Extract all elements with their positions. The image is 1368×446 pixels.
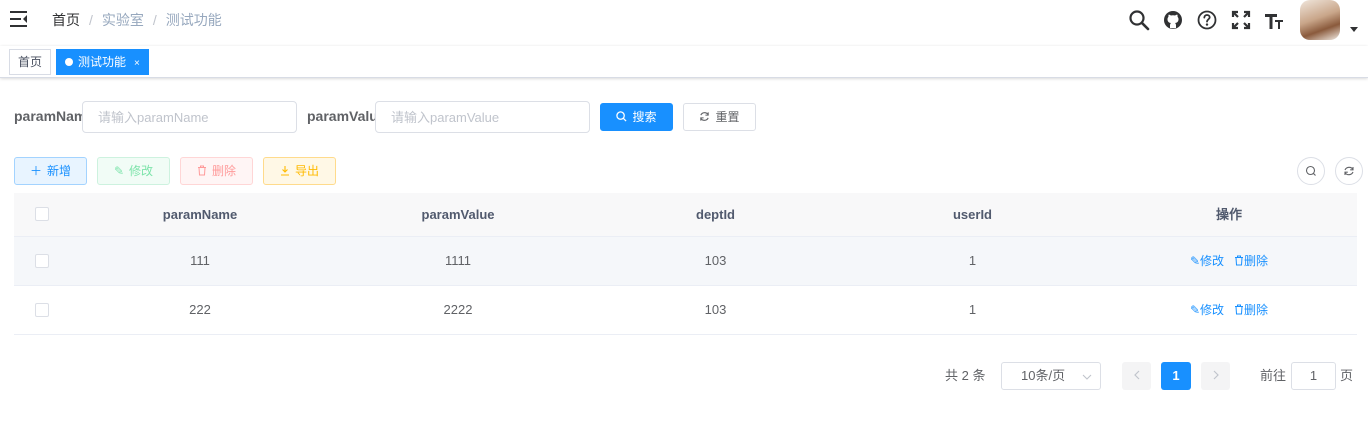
row-checkbox[interactable] [35,303,49,317]
next-page-button[interactable] [1201,362,1230,390]
breadcrumb-lab: 实验室 [101,12,144,28]
table-row: 111 1111 103 1 ✎修改 删除 [14,237,1357,286]
cell-actions: ✎修改 删除 [1101,286,1357,335]
tag-label: 测试功能 [78,55,127,69]
fullscreen-icon[interactable] [1230,9,1252,31]
export-button[interactable]: 导出 [263,157,336,185]
page-size-value: 10条/页 [1021,368,1066,383]
data-table: paramName paramValue deptId userId 操作 11… [14,193,1357,335]
github-icon[interactable] [1162,9,1184,31]
param-name-label: paramName [14,108,82,124]
font-size-icon[interactable] [1263,9,1285,31]
edit-button-label: 修改 [129,164,154,178]
download-icon [280,158,290,184]
cell-param-value: 2222 [443,302,473,317]
breadcrumb-separator: / [152,12,157,28]
select-all-checkbox[interactable] [35,207,49,221]
add-button-label: 新增 [47,164,72,178]
column-header-param-name: paramName [162,207,238,222]
row-delete-label: 删除 [1244,254,1269,268]
cell-user-id: 1 [968,302,977,317]
row-delete-link[interactable]: 删除 [1234,303,1268,317]
breadcrumb-home[interactable]: 首页 [52,12,80,28]
user-avatar[interactable] [1300,0,1340,40]
column-header-user-id: userId [952,207,992,222]
param-value-label: paramValue [307,108,375,124]
edit-icon: ✎ [1189,303,1201,317]
refresh-table-button[interactable] [1335,157,1363,185]
close-icon[interactable]: × [134,58,140,69]
question-icon[interactable] [1196,9,1218,31]
trash-icon [197,158,207,184]
edit-icon: ✎ [113,164,125,178]
chevron-left-icon [1133,370,1139,380]
export-button-label: 导出 [294,164,319,178]
column-header-actions: 操作 [1215,207,1242,222]
cell-param-value: 1111 [444,253,472,268]
page-button-current[interactable]: 1 [1161,362,1191,390]
row-edit-link[interactable]: ✎修改 [1190,303,1224,317]
tag-home[interactable]: 首页 [9,49,52,75]
column-header-dept-id: deptId [696,207,735,222]
prev-page-button[interactable] [1122,362,1151,390]
breadcrumb-current: 测试功能 [165,12,222,28]
row-edit-label: 修改 [1200,303,1225,317]
hamburger-icon[interactable] [9,10,29,28]
cell-actions: ✎修改 删除 [1101,237,1357,286]
trash-icon [1235,255,1244,266]
refresh-icon [1344,166,1354,176]
goto-page-input[interactable]: 1 [1291,362,1336,390]
row-edit-link[interactable]: ✎修改 [1190,254,1224,268]
page-size-select[interactable]: 10条/页 [1001,362,1101,390]
pagination-total: 共 2 条 [945,368,986,383]
navbar: 首页 / 实验室 / 测试功能 [0,0,1368,46]
cell-dept-id: 103 [704,253,727,268]
reset-button[interactable]: 重置 [683,103,756,131]
active-dot-icon [65,58,73,66]
delete-button[interactable]: 删除 [180,157,253,185]
search-icon[interactable] [1128,9,1150,31]
refresh-icon [699,104,710,130]
cell-user-id: 1 [968,253,977,268]
trash-icon [1235,304,1244,315]
row-delete-link[interactable]: 删除 [1234,254,1268,268]
add-button[interactable]: ＋ 新增 [14,157,87,185]
reset-button-label: 重置 [715,110,740,124]
param-value-input[interactable] [375,101,590,133]
chevron-right-icon [1213,370,1219,380]
breadcrumb-separator: / [89,12,93,28]
column-header-param-value: paramValue [421,207,495,222]
breadcrumb: 首页 / 实验室 / 测试功能 [52,11,222,29]
edit-icon: ✎ [1189,254,1201,268]
cell-dept-id: 103 [704,302,727,317]
edit-button[interactable]: ✎ 修改 [97,157,170,185]
plus-icon: ＋ [29,164,42,178]
tag-label: 首页 [18,55,43,69]
toggle-search-button[interactable] [1297,157,1325,185]
search-icon [1305,165,1316,176]
table-header: paramName paramValue deptId userId 操作 [14,193,1357,237]
goto-suffix: 页 [1340,368,1354,383]
table-row: 222 2222 103 1 ✎修改 删除 [14,286,1357,335]
row-delete-label: 删除 [1244,303,1269,317]
chevron-down-icon [1082,374,1092,380]
row-checkbox[interactable] [35,254,49,268]
row-edit-label: 修改 [1200,254,1225,268]
tags-view: 首页 测试功能 × [0,46,1368,78]
delete-button-label: 删除 [211,164,236,178]
search-button-label: 搜索 [632,110,657,124]
param-name-input[interactable] [82,101,297,133]
search-icon [616,104,628,130]
tag-test-feature[interactable]: 测试功能 × [56,49,149,75]
caret-down-icon[interactable] [1350,27,1358,32]
cell-param-name: 111 [190,253,210,268]
search-button[interactable]: 搜索 [600,103,673,131]
cell-param-name: 222 [189,302,211,317]
goto-prefix: 前往 [1260,368,1287,383]
